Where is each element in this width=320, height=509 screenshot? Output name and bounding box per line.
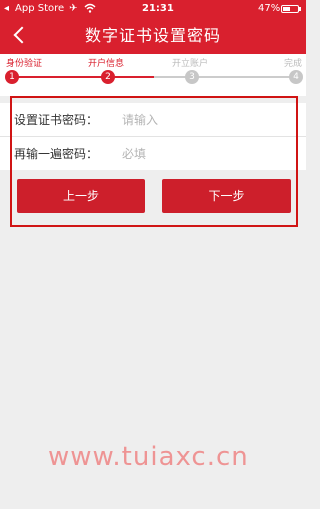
battery-level — [283, 7, 290, 11]
nav-bar: 数字证书设置密码 — [0, 18, 306, 54]
step-progress: 身份验证 开户信息 开立账户 完成 1 2 3 4 — [0, 54, 306, 96]
password-field[interactable] — [122, 112, 292, 127]
step-label-1: 身份验证 — [6, 59, 43, 69]
step-circle-3: 3 — [185, 70, 199, 84]
step-circle-2: 2 — [101, 70, 115, 84]
status-bar: ◂ App Store ✈ 21:31 47% — [0, 0, 306, 18]
step-circle-4: 4 — [289, 70, 303, 84]
battery-tip — [299, 7, 301, 11]
page-title: 数字证书设置密码 — [84, 26, 221, 45]
step-label-2: 开户信息 — [88, 59, 125, 69]
wifi-icon — [84, 3, 96, 17]
confirm-password-row: 再输一遍密码： — [0, 137, 306, 170]
battery-percent: 47% — [258, 3, 281, 14]
status-time: 21:31 — [142, 3, 174, 14]
step-connector-3 — [192, 76, 296, 78]
confirm-password-label: 再输一遍密码： — [14, 147, 99, 161]
step-circle-1: 1 — [5, 70, 19, 84]
confirm-password-field[interactable] — [122, 146, 292, 161]
watermark: www.tuiaxc.cn — [48, 442, 249, 472]
battery-icon — [281, 5, 299, 13]
back-to-app-icon[interactable]: ◂ — [4, 3, 9, 15]
status-carrier[interactable]: App Store — [15, 3, 64, 15]
password-form: 设置证书密码： 再输一遍密码： — [0, 103, 306, 170]
step-connector-1 — [12, 76, 108, 78]
airplane-icon: ✈ — [69, 3, 78, 14]
step-label-4: 完成 — [284, 59, 303, 69]
password-label: 设置证书密码： — [14, 113, 99, 127]
password-row: 设置证书密码： — [0, 103, 306, 137]
next-step-button[interactable]: 下一步 — [162, 179, 291, 213]
prev-step-button[interactable]: 上一步 — [17, 179, 145, 213]
step-label-3: 开立账户 — [172, 59, 209, 69]
